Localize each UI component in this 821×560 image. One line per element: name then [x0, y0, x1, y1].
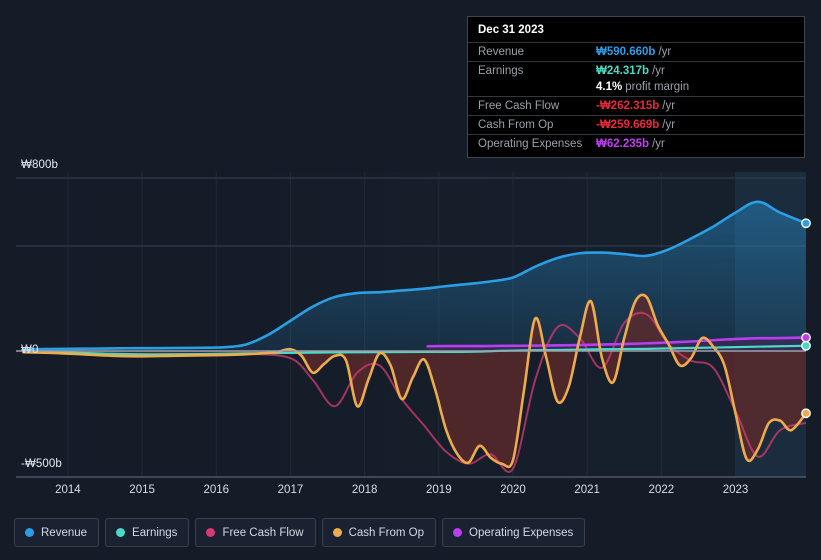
tooltip-row-unit: profit margin	[625, 81, 690, 93]
tooltip-row-value: -₩259.669b	[596, 119, 660, 131]
data-tooltip: Dec 31 2023 Revenue ₩590.660b/yr Earnings ₩…	[467, 16, 805, 158]
x-axis-tick-2017: 2017	[277, 484, 304, 496]
tooltip-row: Earnings ₩24.317b/yr	[468, 61, 804, 80]
endpoint-marker-operating-expenses[interactable]	[801, 332, 811, 343]
tooltip-row-unit: /yr	[652, 138, 665, 150]
tooltip-row-value: ₩62.235b	[596, 138, 650, 150]
tooltip-row: 4.1% profit margin	[468, 80, 804, 96]
tooltip-row-value-wrap: 4.1% profit margin	[596, 81, 689, 93]
legend-item-revenue[interactable]: Revenue	[14, 518, 100, 547]
x-axis-tick-2023: 2023	[722, 484, 749, 496]
x-axis-tick-2019: 2019	[426, 484, 452, 496]
legend-color-dot	[332, 528, 342, 537]
endpoint-marker-cash-from-op[interactable]	[801, 408, 811, 419]
tooltip-row-label: Operating Expenses	[478, 138, 583, 150]
tooltip-row-unit: /yr	[658, 46, 672, 58]
tooltip-rows: Revenue ₩590.660b/yr Earnings ₩24.317b/yr 4.…	[468, 42, 804, 153]
tooltip-row: Cash From Op -₩259.669b/yr	[468, 115, 804, 134]
tooltip-row-value: -₩262.315b	[596, 100, 660, 112]
x-axis-tick-2016: 2016	[203, 484, 230, 496]
legend-color-dot	[116, 528, 126, 537]
legend-item-label: Revenue	[41, 526, 88, 539]
financial-chart: ₩800b ₩0 -₩500b 2014 2015 2016 2017 2018 2019…	[0, 0, 821, 560]
legend-item-operating-expenses[interactable]: Operating Expenses	[442, 518, 586, 547]
tooltip-row: Free Cash Flow -₩262.315b/yr	[468, 96, 804, 115]
endpoint-marker-revenue[interactable]	[801, 218, 811, 229]
x-axis-tick-2022: 2022	[648, 484, 675, 496]
tooltip-title: Dec 31 2023	[478, 24, 544, 36]
legend-item-label: Cash From Op	[348, 526, 425, 539]
y-axis-label-zero: ₩0	[21, 344, 39, 356]
tooltip-row-value-wrap: -₩259.669b/yr	[596, 119, 675, 131]
tooltip-row-value: ₩24.317b	[596, 65, 650, 77]
x-axis-tick-2018: 2018	[351, 484, 378, 496]
tooltip-row: Revenue ₩590.660b/yr	[468, 42, 804, 61]
legend-item-label: Earnings	[132, 526, 178, 539]
tooltip-row-label: Earnings	[478, 65, 524, 77]
x-axis-tick-2014: 2014	[55, 484, 81, 496]
tooltip-row-label: Revenue	[478, 46, 525, 58]
tooltip-row-label: Cash From Op	[478, 119, 554, 131]
x-axis-tick-2015: 2015	[129, 484, 155, 496]
tooltip-row-value: ₩590.660b	[596, 46, 656, 58]
y-axis-label-bottom: -₩500b	[21, 458, 62, 470]
legend-color-dot	[453, 528, 463, 537]
legend-item-label: Operating Expenses	[469, 526, 574, 539]
chart-legend[interactable]: Revenue Earnings Free Cash Flow Cash From O…	[14, 518, 586, 547]
legend-item-earnings[interactable]: Earnings	[105, 518, 190, 547]
tooltip-row-unit: /yr	[652, 65, 665, 77]
legend-color-dot	[25, 528, 34, 537]
legend-item-label: Free Cash Flow	[222, 526, 304, 539]
tooltip-row-value-wrap: ₩62.235b/yr	[596, 138, 665, 150]
tooltip-row-value-wrap: ₩24.317b/yr	[596, 65, 665, 77]
legend-item-cash-from-op[interactable]: Cash From Op	[321, 518, 437, 547]
tooltip-row-label: Free Cash Flow	[478, 100, 560, 112]
x-axis-tick-2021: 2021	[574, 484, 600, 496]
endpoint-marker-earnings[interactable]	[801, 340, 811, 351]
tooltip-row-unit: /yr	[662, 119, 676, 131]
y-axis-label-top: ₩800b	[21, 159, 58, 171]
tooltip-row-unit: /yr	[662, 100, 676, 112]
legend-color-dot	[206, 528, 216, 537]
legend-item-free-cash-flow[interactable]: Free Cash Flow	[195, 518, 316, 547]
tooltip-row-value-wrap: -₩262.315b/yr	[596, 100, 675, 112]
tooltip-row: Operating Expenses ₩62.235b/yr	[468, 134, 804, 153]
tooltip-row-value-wrap: ₩590.660b/yr	[596, 46, 671, 58]
x-axis-tick-2020: 2020	[500, 484, 526, 496]
tooltip-row-value: 4.1%	[596, 81, 623, 93]
